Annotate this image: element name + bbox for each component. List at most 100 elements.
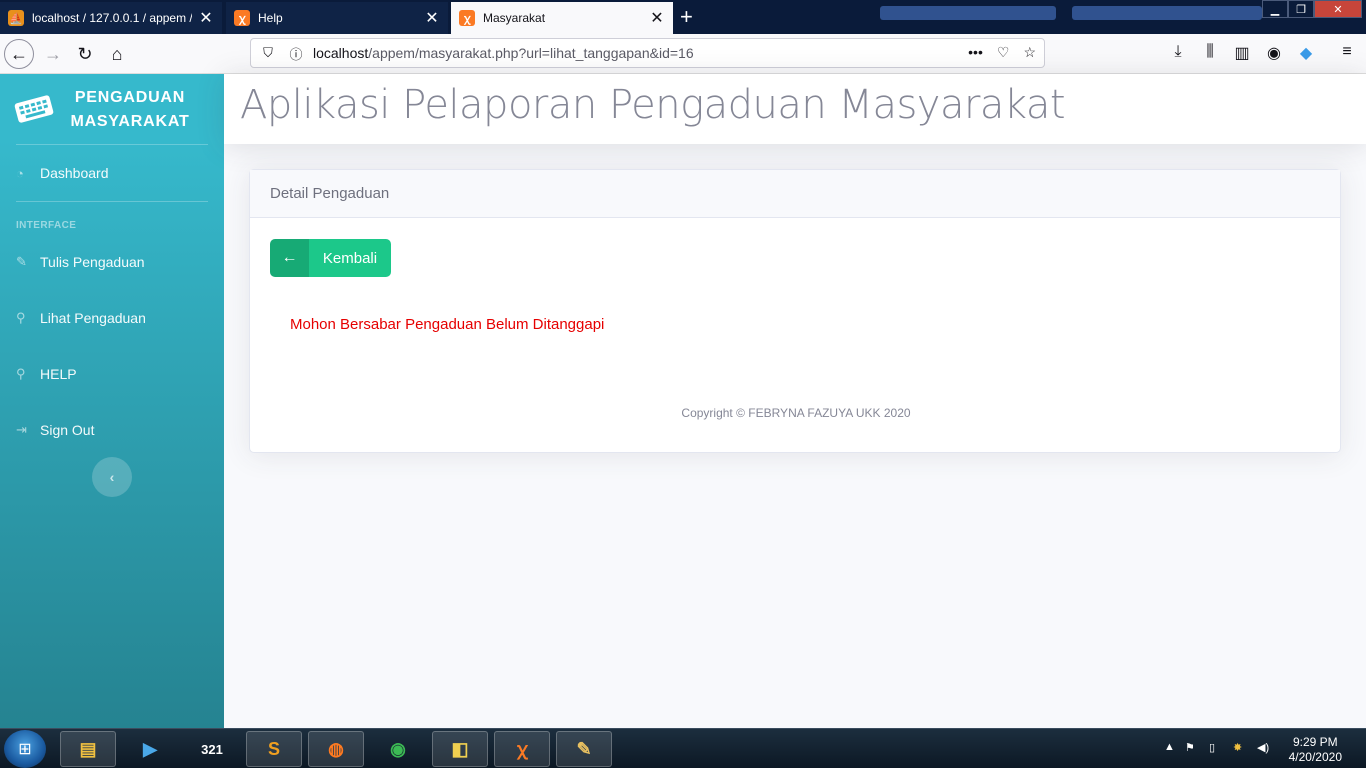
sidebar-item-lihat-pengaduan[interactable]: ⚲ Lihat Pengaduan bbox=[16, 310, 146, 326]
topbar: Aplikasi Pelaporan Pengaduan Masyarakat bbox=[224, 74, 1366, 144]
reload-button[interactable]: ↻ bbox=[70, 39, 100, 69]
tab-label: localhost / 127.0.0.1 / appem / ... bbox=[32, 11, 192, 25]
search-icon: ⚲ bbox=[16, 366, 26, 381]
url-path: /appem/masyarakat.php?url=lihat_tanggapa… bbox=[368, 45, 694, 61]
clock-time: 9:29 PM bbox=[1292, 735, 1338, 749]
paint-icon: ✎ bbox=[576, 738, 592, 759]
close-icon[interactable]: ✕ bbox=[198, 8, 214, 28]
sidebar: PENGADUAN MASYARAKAT ◔ Dashboard INTERFA… bbox=[0, 74, 224, 728]
browser-navbar: ← → ↻ ⌂ ⛉ ⓘ localhost /appem/masyarakat.… bbox=[0, 34, 1366, 74]
xampp-icon: ꭓ bbox=[517, 739, 527, 759]
tab-label: Masyarakat bbox=[483, 11, 546, 25]
chrome-icon: ◉ bbox=[390, 738, 406, 759]
more-actions-icon[interactable]: ••• bbox=[968, 44, 983, 61]
taskbar-sticky-notes[interactable]: ◧ bbox=[432, 731, 488, 767]
browser-tab-strip: ⛵ localhost / 127.0.0.1 / appem / ... ✕ … bbox=[0, 0, 1366, 34]
media-player-icon: ▶ bbox=[143, 738, 157, 759]
sidebar-item-help[interactable]: ⚲ HELP bbox=[16, 366, 77, 382]
close-icon[interactable]: ✕ bbox=[649, 8, 665, 28]
copyright-text: Copyright © FEBRYNA FAZUYA UKK 2020 bbox=[681, 406, 911, 420]
card-title: Detail Pengaduan bbox=[270, 185, 390, 202]
windows-logo-icon: ⊞ bbox=[18, 741, 32, 758]
card-header: Detail Pengaduan bbox=[250, 170, 1340, 218]
close-icon[interactable]: ✕ bbox=[424, 8, 440, 28]
sidebar-toggle-button[interactable]: ‹ bbox=[92, 457, 132, 497]
sublime-text-icon: S bbox=[267, 738, 280, 759]
minimize-button[interactable]: ▁ bbox=[1262, 0, 1288, 18]
taskbar-explorer[interactable]: ▤ bbox=[60, 731, 116, 767]
firefox-icon: ◍ bbox=[328, 738, 344, 759]
sidebar-item-label: Sign Out bbox=[40, 422, 95, 438]
clock-date: 4/20/2020 bbox=[1288, 750, 1342, 764]
url-host: localhost bbox=[313, 45, 369, 61]
sidebar-divider bbox=[16, 144, 208, 145]
windows-taskbar: ⊞ ▤ ▶ 321 S ◍ ◉ ◧ ꭓ ✎ ▲ ⚑ ▯ ✸ ◀) 9:29 PM… bbox=[0, 728, 1366, 768]
sidebar-divider bbox=[16, 201, 208, 202]
sidebar-item-label: Lihat Pengaduan bbox=[40, 310, 146, 326]
extension-icon[interactable]: ◆ bbox=[1295, 43, 1317, 65]
sidebar-heading: INTERFACE bbox=[16, 220, 77, 231]
back-button[interactable]: ← bbox=[4, 39, 34, 69]
back-button-label: Kembali bbox=[322, 249, 378, 267]
sidebar-item-label: HELP bbox=[40, 366, 77, 382]
chevron-left-icon: ‹ bbox=[109, 469, 115, 485]
account-icon[interactable]: ◉ bbox=[1263, 43, 1285, 65]
download-icon[interactable]: ⤓ bbox=[1167, 43, 1189, 65]
pocket-icon[interactable]: ♡ bbox=[997, 44, 1010, 61]
network-icon[interactable]: ✸ bbox=[1233, 741, 1242, 754]
library-icon[interactable]: ⫼ bbox=[1199, 43, 1221, 65]
sidebar-item-dashboard[interactable]: ◔ Dashboard bbox=[16, 165, 109, 181]
sidebar-item-tulis-pengaduan[interactable]: ✎ Tulis Pengaduan bbox=[16, 254, 145, 270]
arrow-left-icon: ← bbox=[10, 43, 28, 64]
brand-title: PENGADUAN MASYARAKAT bbox=[70, 89, 190, 130]
forward-button[interactable]: → bbox=[38, 39, 68, 69]
clapper-icon: 321 bbox=[201, 741, 223, 757]
taskbar-sublime[interactable]: S bbox=[246, 731, 302, 767]
page-title: Aplikasi Pelaporan Pengaduan Masyarakat bbox=[240, 82, 1066, 128]
bookmark-star-icon[interactable]: ☆ bbox=[1023, 44, 1036, 61]
shield-icon[interactable]: ⛉ bbox=[257, 45, 279, 61]
sticky-notes-icon: ◧ bbox=[451, 738, 469, 759]
arrow-left-icon: ← bbox=[270, 239, 309, 277]
edit-icon: ✎ bbox=[16, 254, 27, 269]
tab-help[interactable]: ꭓ Help ✕ bbox=[226, 2, 448, 34]
menu-icon[interactable]: ≡ bbox=[1336, 43, 1358, 65]
sidebar-brand[interactable]: PENGADUAN MASYARAKAT bbox=[0, 74, 224, 144]
taskbar-paint[interactable]: ✎ bbox=[556, 731, 612, 767]
back-button[interactable]: ← Kembali bbox=[270, 239, 391, 277]
device-icon[interactable]: ▯ bbox=[1209, 741, 1215, 754]
info-icon[interactable]: ⓘ bbox=[285, 44, 307, 63]
sidebar-item-label: Dashboard bbox=[40, 165, 109, 181]
tab-masyarakat[interactable]: ꭓ Masyarakat ✕ bbox=[451, 2, 673, 34]
home-icon: ⌂ bbox=[111, 43, 123, 64]
taskbar-media-player[interactable]: ▶ bbox=[122, 731, 178, 767]
sidebar-item-sign-out[interactable]: ⇥ Sign Out bbox=[16, 422, 94, 438]
system-clock[interactable]: 9:29 PM 4/20/2020 bbox=[1289, 735, 1342, 765]
folder-icon: ▤ bbox=[79, 738, 97, 759]
dashboard-icon: ◔ bbox=[16, 165, 24, 181]
blurred-area bbox=[880, 6, 1056, 20]
reload-icon: ↻ bbox=[77, 43, 93, 64]
taskbar-xampp[interactable]: ꭓ bbox=[494, 731, 550, 767]
home-button[interactable]: ⌂ bbox=[102, 39, 132, 69]
taskbar-firefox[interactable]: ◍ bbox=[308, 731, 364, 767]
tab-phpmyadmin[interactable]: ⛵ localhost / 127.0.0.1 / appem / ... ✕ bbox=[0, 2, 222, 34]
search-icon: ⚲ bbox=[16, 310, 26, 325]
action-center-icon[interactable]: ⚑ bbox=[1185, 741, 1195, 754]
sidebar-item-label: Tulis Pengaduan bbox=[40, 254, 145, 270]
close-window-button[interactable]: ✕ bbox=[1314, 0, 1362, 18]
tab-label: Help bbox=[258, 11, 283, 25]
arrow-right-icon: → bbox=[44, 43, 62, 64]
address-bar[interactable]: ⛉ ⓘ localhost /appem/masyarakat.php?url=… bbox=[250, 38, 1045, 68]
taskbar-clapper[interactable]: 321 bbox=[184, 731, 240, 767]
new-tab-button[interactable]: + bbox=[680, 4, 693, 30]
volume-icon[interactable]: ◀) bbox=[1257, 741, 1269, 754]
xampp-icon: ꭓ bbox=[234, 10, 250, 26]
show-hidden-icons[interactable]: ▲ bbox=[1164, 741, 1175, 753]
restore-button[interactable]: ❐ bbox=[1288, 0, 1314, 18]
start-button[interactable]: ⊞ bbox=[4, 730, 46, 768]
taskbar-chrome[interactable]: ◉ bbox=[370, 731, 426, 767]
phpmyadmin-icon: ⛵ bbox=[8, 10, 24, 26]
xampp-icon: ꭓ bbox=[459, 10, 475, 26]
sidebar-icon[interactable]: ▥ bbox=[1231, 43, 1253, 65]
